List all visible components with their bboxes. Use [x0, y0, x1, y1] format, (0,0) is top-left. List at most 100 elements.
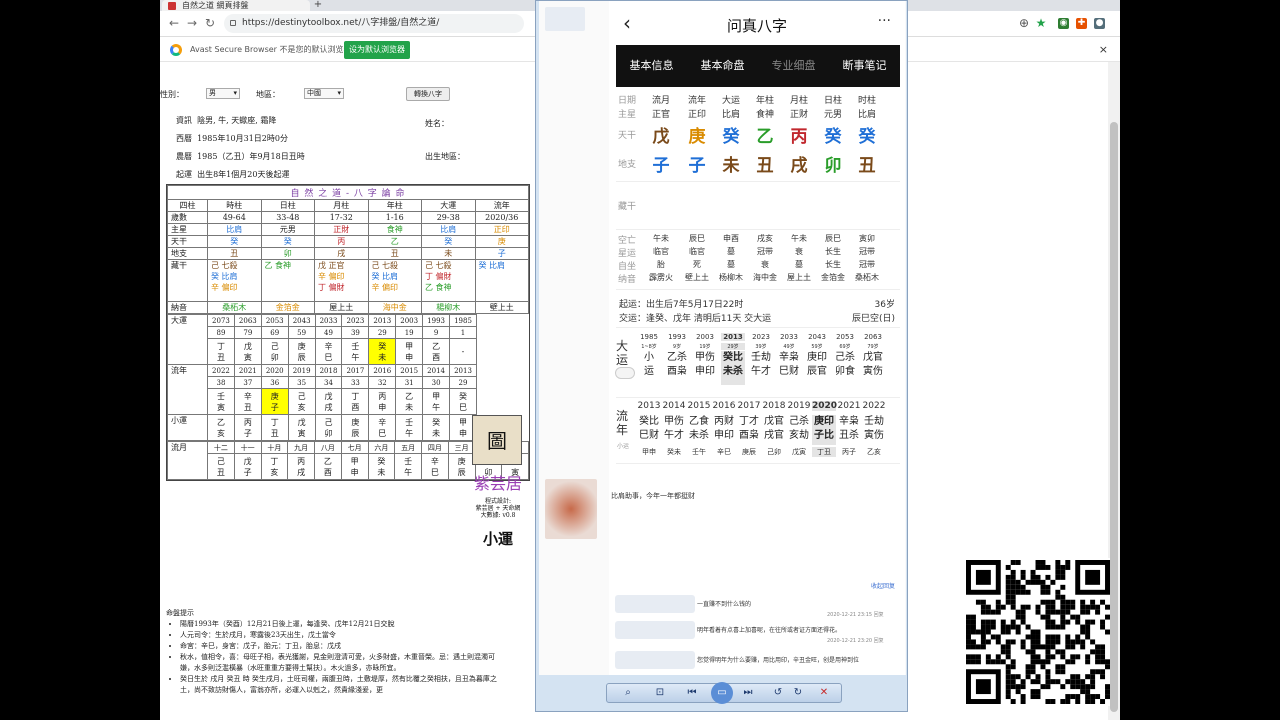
xiaoyun-toggle[interactable] — [615, 367, 635, 379]
reply-text: 一直赚不到什么钱的 — [697, 601, 752, 608]
qr-module — [1040, 644, 1046, 650]
set-default-button[interactable]: 设为默认浏览器 — [344, 41, 410, 59]
qr-module — [1045, 634, 1051, 640]
gender-select[interactable]: 男 — [206, 88, 240, 99]
bookmark-star-icon[interactable]: ★ — [1033, 15, 1049, 31]
extension-icon[interactable]: ◉ — [1058, 18, 1069, 29]
qr-module — [1035, 574, 1041, 580]
dayun-age: 39岁 — [755, 344, 767, 350]
region-label: 地區： — [256, 90, 280, 99]
app-tab[interactable]: 基本信息 — [616, 45, 687, 87]
qr-module — [1075, 694, 1081, 700]
qr-module — [1100, 654, 1106, 660]
hidden-stem: 己 七殺 — [211, 261, 238, 270]
qr-module — [1035, 609, 1041, 615]
qr-module — [1105, 664, 1110, 670]
scrollbar-thumb[interactable] — [1110, 122, 1118, 712]
qr-module — [1060, 654, 1066, 660]
qr-module — [1035, 679, 1041, 685]
stem-cell: 癸 — [260, 235, 315, 248]
qr-module — [1015, 624, 1021, 630]
qr-module — [1030, 639, 1036, 645]
liunian-ganzhi: 乙 未 — [395, 388, 424, 415]
qr-module — [1095, 649, 1101, 655]
region-select[interactable]: 中國 — [304, 88, 344, 99]
back-icon[interactable]: ← — [166, 15, 182, 31]
app-tabs: 基本信息 基本命盘 专业细盘 断事笔记 — [616, 45, 900, 87]
qr-module — [1010, 579, 1016, 585]
dayun-year: 2053 — [836, 333, 854, 341]
zoom-icon[interactable]: ⌕ — [621, 686, 635, 700]
liunian-xiaoyun: 丁丑 — [812, 447, 836, 457]
qr-module — [1005, 564, 1011, 570]
zizuo-cell: 墓 — [795, 260, 803, 269]
qr-module — [1095, 694, 1101, 700]
reply-text: 您觉得明年为什么要赚，用比用印，辛丑金旺，创是用神到位 — [697, 657, 860, 664]
zizuo-cell: 胎 — [657, 260, 665, 269]
rotate-right-icon[interactable]: ↻ — [791, 686, 805, 700]
next-icon[interactable]: ⏭ — [741, 686, 755, 700]
extension-puzzle-icon[interactable]: ✚ — [1076, 18, 1087, 29]
qr-module — [1015, 614, 1021, 620]
qr-module — [1035, 634, 1041, 640]
fit-icon[interactable]: ⊡ — [653, 686, 667, 700]
address-bar[interactable]: https://destinytoolbox.net/八字排盤/自然之道/ — [224, 14, 524, 33]
app-tab[interactable]: 专业细盘 — [758, 45, 829, 87]
branch-cell: 戌 — [314, 247, 369, 260]
qr-module — [1045, 644, 1051, 650]
forward-icon[interactable]: → — [184, 15, 200, 31]
app-tab[interactable]: 断事笔记 — [829, 45, 900, 87]
qr-module — [1015, 589, 1021, 595]
qr-module — [1055, 560, 1061, 565]
rotate-left-icon[interactable]: ↺ — [771, 686, 785, 700]
age-cell: 1-16 — [367, 211, 422, 224]
reload-icon[interactable]: ↻ — [202, 15, 218, 31]
dayun-ganzhi: 丁 丑 — [207, 338, 235, 365]
browser-tab[interactable]: 自然之道 網頁排盤 — [162, 0, 310, 11]
app-tab[interactable]: 基本命盘 — [687, 45, 758, 87]
qr-module — [966, 624, 971, 630]
qr-module — [1000, 604, 1006, 610]
qr-module — [1050, 639, 1056, 645]
qr-module — [975, 644, 981, 650]
liuyue-month: 五月 — [394, 441, 422, 454]
infobar-close-icon[interactable]: × — [1099, 38, 1108, 62]
qr-module — [1020, 574, 1026, 580]
zoom-icon[interactable]: ⊕ — [1016, 15, 1032, 31]
qr-module — [1005, 679, 1011, 685]
convert-button[interactable]: 轉換八字 — [406, 87, 450, 101]
nayin-cell: 桑柘木 — [855, 273, 879, 282]
delete-icon[interactable]: ✕ — [817, 686, 831, 700]
kongwang-cell: 寅卯 — [859, 234, 875, 243]
dayun-blank — [477, 327, 529, 339]
liunian-ganzhi: 壬 寅 — [207, 388, 235, 415]
row-label: 天干 — [167, 235, 208, 248]
slideshow-icon[interactable]: ▭ — [711, 682, 733, 704]
qr-module — [1045, 574, 1051, 580]
liuyue-month: 三月 — [447, 441, 476, 454]
qr-module — [1045, 614, 1051, 620]
stem-cell: 癸 — [722, 127, 740, 147]
new-tab-button[interactable]: + — [312, 0, 324, 10]
qr-module — [1085, 624, 1091, 630]
zizuo-cell: 衰 — [761, 260, 769, 269]
liuyue-ganzhi: 甲 申 — [340, 453, 369, 480]
qr-module — [1105, 614, 1110, 620]
more-icon[interactable]: ··· — [878, 13, 891, 29]
liunian-xiaoyun: 庚辰 — [742, 448, 756, 456]
qr-module — [985, 604, 991, 610]
qr-module — [1020, 619, 1026, 625]
liunian-ganzhi: 壬劫 寅伤 — [864, 416, 884, 441]
pillar-col-label: 流月 — [651, 96, 670, 106]
liuyue-month: 十月 — [260, 441, 289, 454]
previous-icon[interactable]: ⏮ — [685, 686, 699, 700]
qr-module — [1090, 684, 1096, 690]
qr-module — [1045, 654, 1051, 660]
qr-module — [1005, 694, 1011, 700]
pillar-header: 年柱 — [367, 199, 422, 212]
dayun-age: 29 — [368, 326, 397, 339]
qr-module — [1035, 694, 1041, 700]
qr-module — [1080, 684, 1086, 690]
profile-icon[interactable]: ● — [1094, 18, 1105, 29]
chart-title: 自 然 之 道 - 八 字 論 命 — [167, 185, 529, 200]
